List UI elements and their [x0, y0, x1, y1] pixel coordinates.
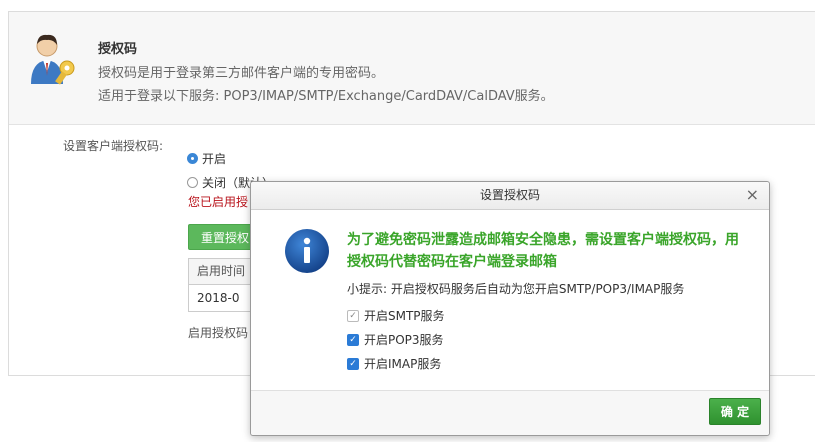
imap-checkbox[interactable]: ✓ [347, 357, 359, 370]
info-title: 授权码 [98, 42, 138, 57]
auth-code-dialog: 设置授权码 × 为了避免密码泄露造成邮箱安全隐患，需设置客户端授权码，用授权码代… [250, 181, 770, 436]
user-key-icon [31, 34, 75, 85]
radio-off[interactable] [187, 177, 198, 188]
imap-label: 开启IMAP服务 [364, 357, 442, 371]
dialog-hint: 小提示: 开启授权码服务后自动为您开启SMTP/POP3/IMAP服务 [347, 282, 685, 296]
radio-on-option[interactable]: 开启 [187, 150, 226, 167]
info-services: 适用于登录以下服务: POP3/IMAP/SMTP/Exchange/CardD… [98, 89, 554, 104]
smtp-option: ✓ 开启SMTP服务 [347, 307, 445, 324]
pop3-label: 开启POP3服务 [364, 333, 444, 347]
dialog-header: 设置授权码 × [251, 182, 769, 210]
dialog-footer: 确 定 [251, 390, 769, 435]
table-header: 启用时间 [189, 259, 259, 285]
info-description: 授权码是用于登录第三方邮件客户端的专用密码。 [98, 66, 385, 81]
pop3-checkbox[interactable]: ✓ [347, 333, 359, 346]
info-header: 授权码 授权码是用于登录第三方邮件客户端的专用密码。 适用于登录以下服务: PO… [9, 12, 815, 125]
pop3-option[interactable]: ✓ 开启POP3服务 [347, 331, 444, 348]
smtp-label: 开启SMTP服务 [364, 309, 445, 323]
info-icon [285, 229, 329, 273]
confirm-button[interactable]: 确 定 [709, 398, 761, 425]
radio-on[interactable] [187, 153, 198, 164]
setting-label: 设置客户端授权码: [63, 139, 164, 153]
reset-code-button[interactable]: 重置授权码 [188, 224, 258, 250]
enabled-tip: 您已启用授权码 [188, 195, 248, 209]
dialog-title: 设置授权码 [479, 188, 540, 202]
imap-option[interactable]: ✓ 开启IMAP服务 [347, 355, 441, 372]
close-icon[interactable]: × [746, 186, 759, 204]
enabled-time-table: 启用时间 2018-0 [188, 258, 259, 312]
table-cell: 2018-0 [197, 291, 240, 305]
dialog-message: 为了避免密码泄露造成邮箱安全隐患，需设置客户端授权码，用授权码代替密码在客户端登… [347, 232, 739, 270]
bottom-note: 启用授权码 [188, 326, 248, 340]
radio-on-label: 开启 [202, 152, 227, 166]
smtp-checkbox: ✓ [347, 309, 359, 322]
